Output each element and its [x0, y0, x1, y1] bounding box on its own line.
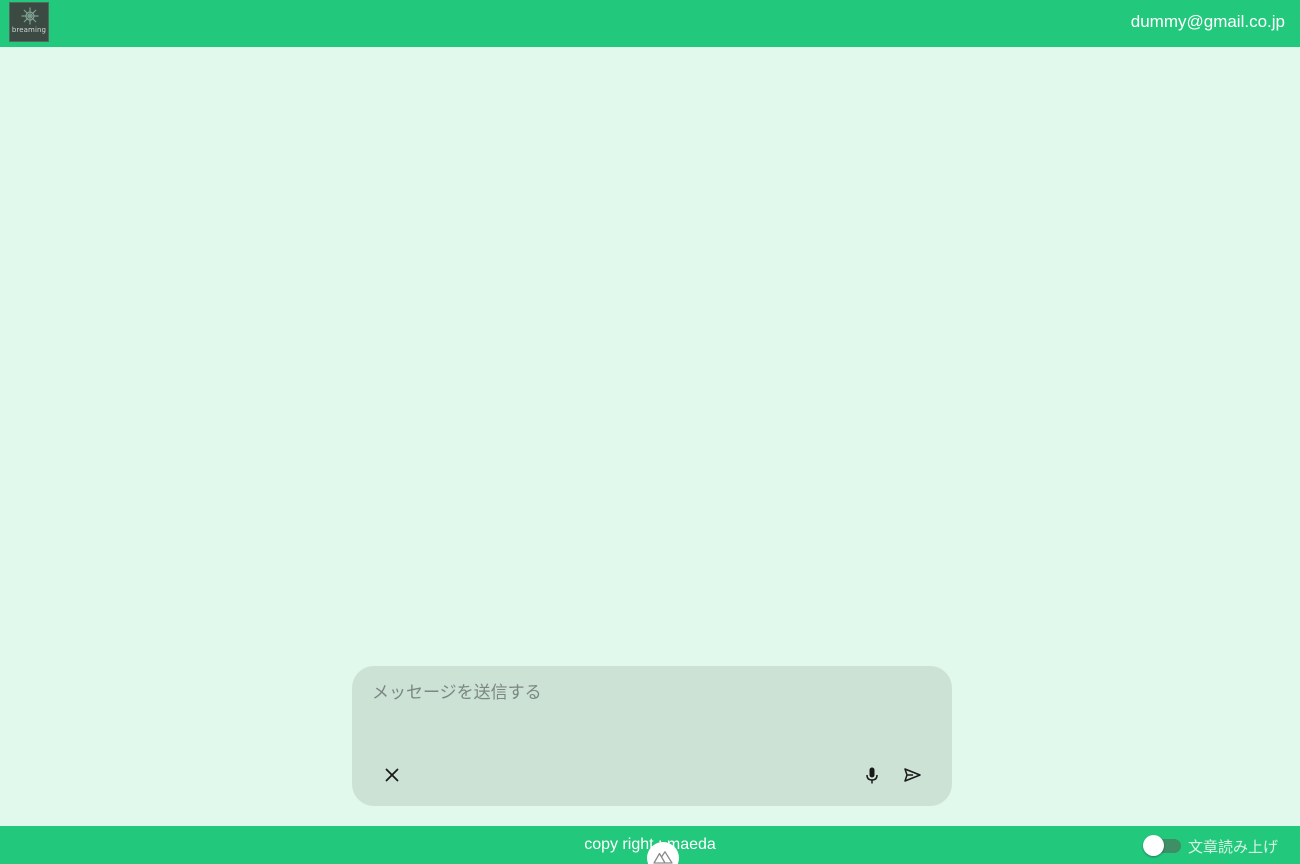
message-input[interactable] [372, 678, 932, 738]
read-aloud-toggle[interactable] [1143, 835, 1183, 856]
message-composer [352, 666, 952, 806]
user-email[interactable]: dummy@gmail.co.jp [1131, 12, 1285, 32]
microphone-icon [866, 767, 878, 783]
close-icon [385, 768, 399, 782]
app-header: breaming dummy@gmail.co.jp [0, 0, 1300, 47]
app-logo[interactable]: breaming [9, 2, 49, 42]
clear-button[interactable] [378, 761, 406, 789]
toggle-knob [1143, 835, 1164, 856]
logo-text: breaming [11, 26, 47, 34]
microphone-button[interactable] [858, 761, 886, 789]
send-button[interactable] [898, 761, 926, 789]
nuxt-icon [653, 851, 673, 864]
logo-emblem-icon [21, 7, 39, 25]
read-aloud-label: 文章読み上げ [1188, 838, 1279, 856]
send-icon [903, 768, 921, 782]
